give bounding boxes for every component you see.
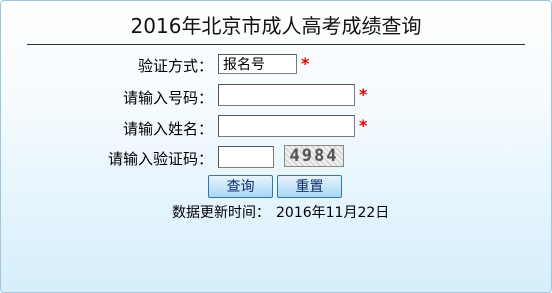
data-update-time: 数据更新时间： 2016年11月22日 xyxy=(172,202,389,222)
reset-button[interactable]: 重置 xyxy=(277,175,342,198)
mode-select[interactable]: 报名号 xyxy=(218,54,297,74)
title-divider xyxy=(27,44,525,45)
query-button[interactable]: 查询 xyxy=(208,175,273,198)
mode-label: 验证方式： xyxy=(137,57,213,75)
captcha-input[interactable] xyxy=(218,146,274,168)
captcha-image[interactable]: 4984 xyxy=(284,145,344,167)
number-label: 请输入号码： xyxy=(122,89,213,107)
name-input[interactable] xyxy=(218,115,355,137)
update-time-value: 2016年11月22日 xyxy=(276,205,390,221)
mode-select-value: 报名号 xyxy=(223,57,265,73)
captcha-label: 请输入验证码： xyxy=(107,150,213,168)
page-title: 2016年北京市成人高考成绩查询 xyxy=(130,14,422,38)
mode-required-mark: * xyxy=(301,54,310,73)
number-required-mark: * xyxy=(359,85,368,104)
name-required-mark: * xyxy=(359,116,368,135)
update-time-label: 数据更新时间： xyxy=(172,205,270,221)
number-input[interactable] xyxy=(218,84,355,106)
name-label: 请输入姓名： xyxy=(122,120,213,138)
